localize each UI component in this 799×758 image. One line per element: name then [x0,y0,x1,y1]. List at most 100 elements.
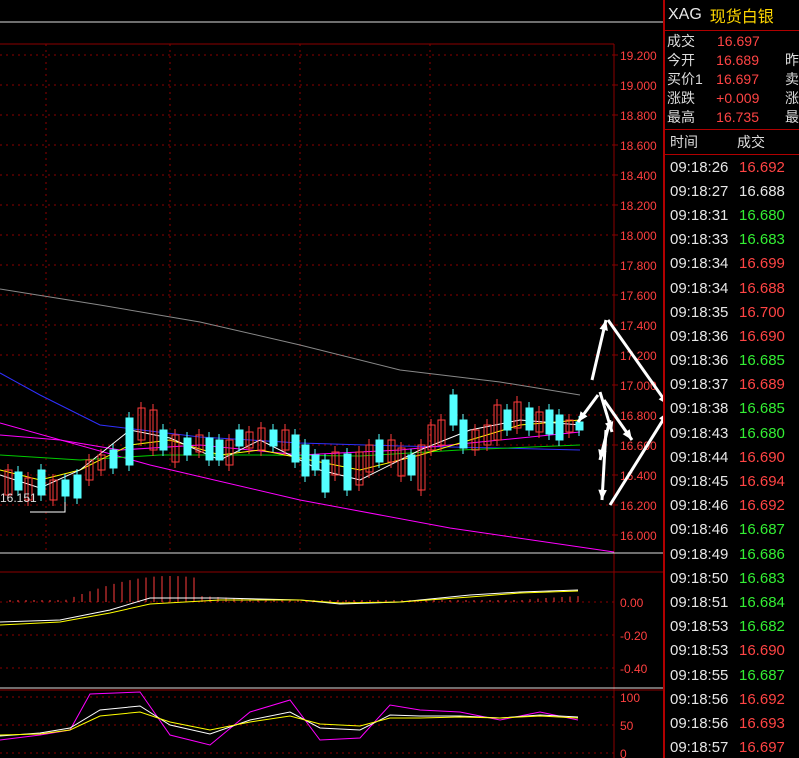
tick-row[interactable]: 09:18:27 16.688 [665,179,799,203]
kdj-d-line [0,711,579,736]
candle-body [555,414,564,441]
tick-price: 16.687 [739,521,785,539]
tick-price: 16.694 [739,473,785,491]
quote-value: 16.689 [716,51,759,68]
quote-extra-label: 昨 [785,51,799,68]
candle-body [311,454,320,471]
tick-price: 16.680 [739,424,785,442]
tick-time: 09:18:56 [670,690,729,708]
tick-time: 09:18:38 [670,400,729,418]
tick-row[interactable]: 09:18:31 16.680 [665,203,799,227]
tick-price: 16.688 [739,279,785,297]
candle-body [407,454,416,476]
candle-body [321,459,330,493]
arrow-down-icon [598,489,607,500]
tick-row[interactable]: 09:18:43 16.680 [665,421,799,445]
tick-row[interactable]: 09:18:37 16.689 [665,373,799,397]
tick-time: 09:18:26 [670,158,729,176]
tick-row[interactable]: 09:18:36 16.690 [665,324,799,348]
price-axis-label: 16.200 [620,499,657,513]
tick-row[interactable]: 09:18:50 16.683 [665,566,799,590]
tick-row[interactable]: 09:18:53 16.682 [665,615,799,639]
macd-axis-label: -0.20 [620,629,648,643]
tick-price: 16.700 [739,303,785,321]
tick-time: 09:18:46 [670,497,729,515]
quote-extra-label: 卖 [785,70,799,87]
price-axis-label: 17.800 [620,259,657,273]
tick-row[interactable]: 09:18:46 16.692 [665,494,799,518]
tick-time: 09:18:34 [670,279,729,297]
chart-canvas[interactable]: 19.200 19.000 18.800 18.600 18.400 18.200 18.0… [0,0,663,758]
tick-price: 16.687 [739,666,785,684]
tick-time: 09:18:36 [670,352,729,370]
price-axis-label: 19.200 [620,49,657,63]
quote-label: 今开 [667,51,695,68]
price-axis-label: 17.600 [620,289,657,303]
kdj-axis-label: 0 [620,747,627,758]
tick-time: 09:18:53 [670,642,729,660]
arrow-down-icon [600,429,608,501]
tick-row[interactable]: 09:18:26 16.692 [665,155,799,179]
tick-row[interactable]: 09:18:51 16.684 [665,590,799,614]
tick-price: 16.690 [739,327,785,345]
tick-row[interactable]: 09:18:38 16.685 [665,397,799,421]
price-axis-label: 18.200 [620,199,657,213]
tick-row[interactable]: 09:18:46 16.687 [665,518,799,542]
tick-row[interactable]: 09:18:35 16.700 [665,300,799,324]
candle-body [343,453,352,491]
tick-list[interactable]: 09:18:26 16.692 09:18:27 16.688 09:18:31 16.6… [665,155,799,758]
tick-price: 16.685 [739,352,785,370]
kline-chart[interactable]: 19.200 19.000 18.800 18.600 18.400 18.200 18.0… [0,0,663,758]
tick-price: 16.699 [739,255,785,273]
tick-row[interactable]: 09:18:44 16.690 [665,445,799,469]
candle-body [269,429,278,447]
quote-label: 最高 [667,108,695,125]
tick-row[interactable]: 09:18:53 16.690 [665,639,799,663]
candle-body [235,429,244,447]
tick-row[interactable]: 09:18:45 16.694 [665,469,799,493]
candle-body [125,417,134,466]
tick-time: 09:18:57 [670,739,729,757]
tick-time: 09:18:56 [670,714,729,732]
quote-label: 涨跌 [667,89,695,106]
tick-price: 16.690 [739,642,785,660]
tick-row[interactable]: 09:18:56 16.693 [665,711,799,735]
tick-time: 09:18:33 [670,231,729,249]
tick-price: 16.689 [739,376,785,394]
ma10-line [0,419,581,481]
quote-panel: XAG 现货白银 成交 16.697 今开 16.689 昨买价1 16.697 卖涨跌 +0… [663,0,799,758]
tick-row[interactable]: 09:18:34 16.688 [665,276,799,300]
tick-row[interactable]: 09:18:55 16.687 [665,663,799,687]
price-axis-label: 18.400 [620,169,657,183]
tick-header-price: 成交 [737,134,765,150]
tick-row[interactable]: 09:18:49 16.686 [665,542,799,566]
tick-price: 16.690 [739,448,785,466]
ma20-line [0,431,581,456]
tick-row[interactable]: 09:18:33 16.683 [665,228,799,252]
kdj-axis-label: 50 [620,719,634,733]
ma250-line [0,288,581,396]
quote-label: 成交 [667,32,695,49]
tick-time: 09:18:50 [670,569,729,587]
tick-time: 09:18:27 [670,182,729,200]
tick-row[interactable]: 09:18:36 16.685 [665,349,799,373]
price-axis-label: 17.400 [620,319,657,333]
tick-time: 09:18:43 [670,424,729,442]
tick-price: 16.692 [739,497,785,515]
tick-header: 时间 成交 [665,130,799,155]
tick-row[interactable]: 09:18:34 16.699 [665,252,799,276]
tick-time: 09:18:31 [670,206,729,224]
tick-time: 09:18:37 [670,376,729,394]
instrument-symbol: XAG [668,6,702,23]
candle-body [215,439,224,461]
candle-body [525,407,534,431]
candle-body [545,409,554,435]
candle-body [159,429,168,451]
tick-row[interactable]: 09:18:56 16.692 [665,687,799,711]
price-axis-label: 16.800 [620,409,657,423]
quote-value: 16.697 [717,32,760,49]
tick-row[interactable]: 09:18:57 16.697 [665,736,799,758]
tick-time: 09:18:44 [670,448,729,466]
candle-body [449,394,458,426]
quote-row: 最高 16.735 最 [665,107,799,126]
